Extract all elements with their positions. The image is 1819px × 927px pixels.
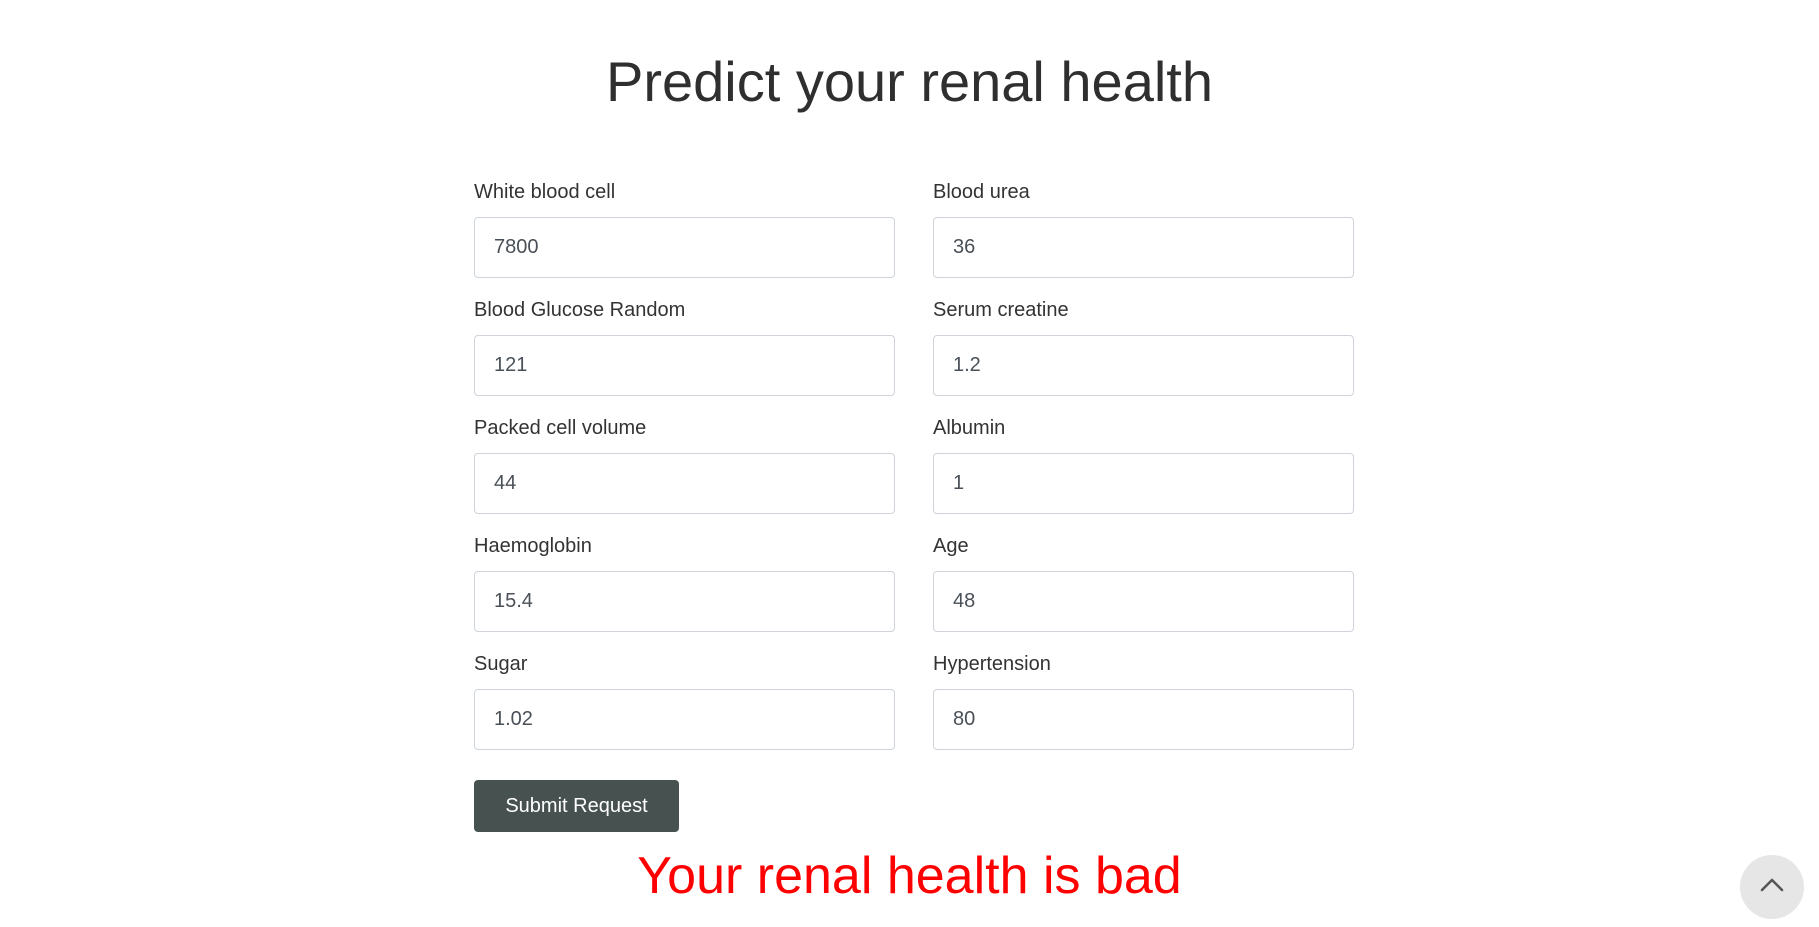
field-white-blood-cell: White blood cell — [474, 180, 895, 278]
field-sugar: Sugar — [474, 652, 895, 750]
field-haemoglobin: Haemoglobin — [474, 534, 895, 632]
field-label: Blood Glucose Random — [474, 299, 686, 321]
page-title: Predict your renal health — [605, 50, 1213, 113]
blood-glucose-random-input[interactable] — [474, 335, 895, 396]
form-grid: White blood cell Blood urea Blood Glucos… — [474, 180, 1354, 750]
white-blood-cell-input[interactable] — [474, 217, 895, 278]
albumin-input[interactable] — [933, 453, 1354, 514]
haemoglobin-input[interactable] — [474, 571, 895, 632]
packed-cell-volume-input[interactable] — [474, 453, 895, 514]
back-to-top-button[interactable] — [1740, 855, 1804, 919]
field-label: Age — [933, 535, 969, 557]
prediction-form: White blood cell Blood urea Blood Glucos… — [474, 180, 1354, 832]
field-label: Hypertension — [933, 653, 1051, 675]
age-input[interactable] — [933, 571, 1354, 632]
field-albumin: Albumin — [933, 416, 1354, 514]
chevron-up-icon — [1759, 877, 1785, 898]
field-label: Packed cell volume — [474, 417, 647, 439]
field-hypertension: Hypertension — [933, 652, 1354, 750]
prediction-result: Your renal health is bad — [637, 847, 1182, 905]
field-age: Age — [933, 534, 1354, 632]
submit-request-button[interactable]: Submit Request — [474, 780, 679, 832]
sugar-input[interactable] — [474, 689, 895, 750]
field-blood-urea: Blood urea — [933, 180, 1354, 278]
field-label: Blood urea — [933, 181, 1030, 203]
blood-urea-input[interactable] — [933, 217, 1354, 278]
field-label: Haemoglobin — [474, 535, 592, 557]
field-label: White blood cell — [474, 181, 616, 203]
field-label: Serum creatine — [933, 299, 1069, 321]
serum-creatine-input[interactable] — [933, 335, 1354, 396]
field-blood-glucose-random: Blood Glucose Random — [474, 298, 895, 396]
hypertension-input[interactable] — [933, 689, 1354, 750]
field-serum-creatine: Serum creatine — [933, 298, 1354, 396]
field-label: Sugar — [474, 653, 528, 675]
page: Predict your renal health White blood ce… — [0, 0, 1819, 927]
field-packed-cell-volume: Packed cell volume — [474, 416, 895, 514]
field-label: Albumin — [933, 417, 1006, 439]
